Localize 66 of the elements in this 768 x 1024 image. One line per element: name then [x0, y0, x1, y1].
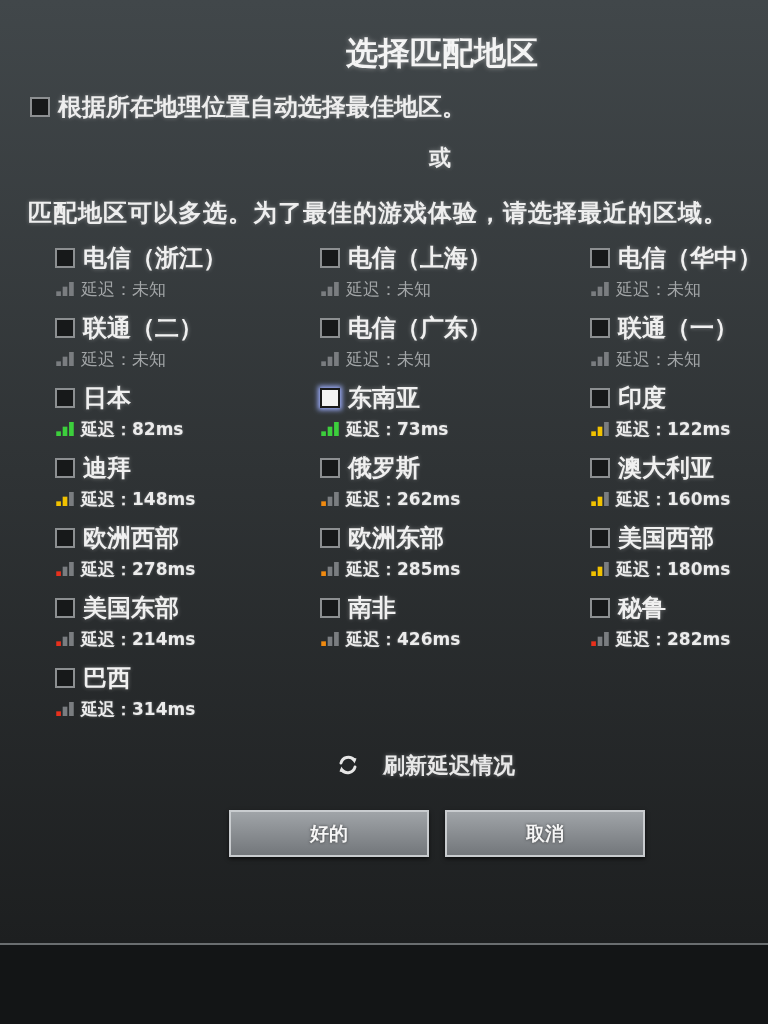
region-name: 电信（上海） [348, 243, 492, 273]
region-name: 俄罗斯 [348, 453, 420, 483]
latency-text: 延迟：122ms [616, 418, 731, 440]
latency-text: 延迟：未知 [616, 278, 701, 300]
latency-text: 延迟：73ms [346, 418, 449, 440]
latency-text: 延迟：426ms [346, 628, 461, 650]
checkbox[interactable] [590, 528, 610, 548]
region-name: 电信（广东） [348, 313, 492, 343]
latency-text: 延迟：82ms [81, 418, 184, 440]
refresh-icon [337, 754, 359, 776]
region-name: 日本 [83, 383, 131, 413]
region-name: 东南亚 [348, 383, 420, 413]
region-name: 电信（浙江） [83, 243, 227, 273]
latency-text: 延迟：160ms [616, 488, 731, 510]
region-name: 澳大利亚 [618, 453, 714, 483]
ok-button[interactable]: 好的 [229, 810, 429, 857]
latency-text: 延迟：262ms [346, 488, 461, 510]
checkbox[interactable] [55, 388, 75, 408]
checkbox[interactable] [590, 318, 610, 338]
region-name: 欧洲东部 [348, 523, 444, 553]
cancel-button[interactable]: 取消 [445, 810, 645, 857]
checkbox[interactable] [320, 318, 340, 338]
region-name: 欧洲西部 [83, 523, 179, 553]
checkbox[interactable] [320, 528, 340, 548]
checkbox[interactable] [320, 248, 340, 268]
region-name: 联通（一） [618, 313, 738, 343]
latency-text: 延迟：未知 [81, 278, 166, 300]
checkbox[interactable] [30, 97, 50, 117]
region-name: 美国东部 [83, 593, 179, 623]
checkbox[interactable] [55, 318, 75, 338]
checkbox[interactable] [55, 248, 75, 268]
region-name: 美国西部 [618, 523, 714, 553]
region-name: 迪拜 [83, 453, 131, 483]
checkbox[interactable] [590, 388, 610, 408]
latency-text: 延迟：未知 [616, 348, 701, 370]
latency-text: 延迟：282ms [616, 628, 731, 650]
latency-text: 延迟：未知 [81, 348, 166, 370]
latency-text: 延迟：285ms [346, 558, 461, 580]
latency-text: 延迟：314ms [81, 698, 196, 720]
region-name: 印度 [618, 383, 666, 413]
dialog-title: 选择匹配地区 [345, 33, 539, 73]
checkbox[interactable] [55, 528, 75, 548]
instruction-text: 匹配地区可以多选。为了最佳的游戏体验，请选择最近的区域。 [28, 198, 728, 229]
or-text: 或 [428, 144, 452, 172]
refresh-latency-button[interactable]: 刷新延迟情况 [337, 750, 515, 780]
region-name: 秘鲁 [618, 593, 666, 623]
checkbox[interactable] [590, 458, 610, 478]
checkbox[interactable] [55, 598, 75, 618]
checkbox[interactable] [320, 458, 340, 478]
checkbox[interactable] [590, 598, 610, 618]
latency-text: 延迟：未知 [346, 278, 431, 300]
latency-text: 延迟：278ms [81, 558, 196, 580]
checkbox[interactable] [320, 388, 340, 408]
region-name: 巴西 [83, 663, 131, 693]
checkbox[interactable] [55, 458, 75, 478]
latency-text: 延迟：180ms [616, 558, 731, 580]
auto-select-label: 根据所在地理位置自动选择最佳地区。 [58, 94, 466, 120]
latency-text: 延迟：148ms [81, 488, 196, 510]
latency-text: 延迟：214ms [81, 628, 196, 650]
latency-text: 延迟：未知 [346, 348, 431, 370]
region-name: 南非 [348, 593, 396, 623]
region-name: 电信（华中） [618, 243, 762, 273]
region-name: 联通（二） [83, 313, 203, 343]
checkbox[interactable] [320, 598, 340, 618]
checkbox[interactable] [590, 248, 610, 268]
checkbox[interactable] [55, 668, 75, 688]
